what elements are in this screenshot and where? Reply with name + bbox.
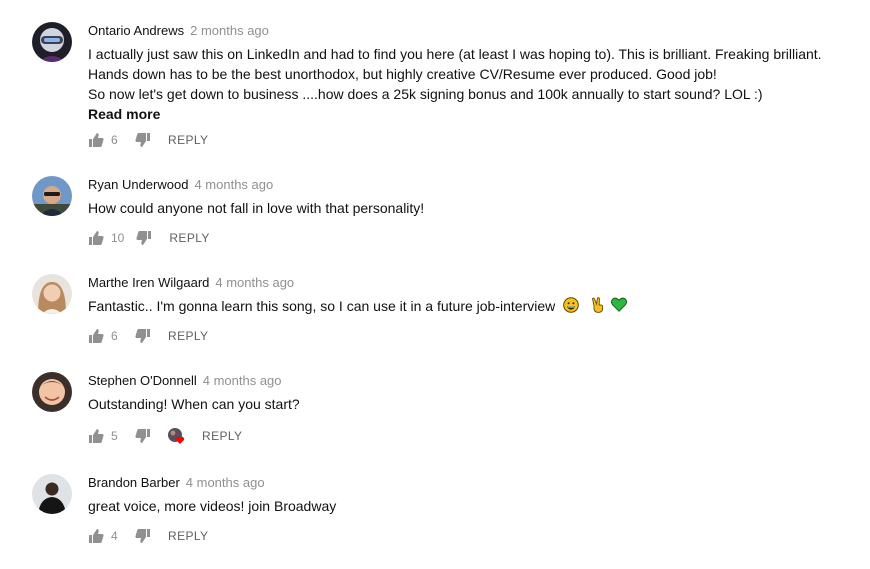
avatar[interactable]: [32, 274, 72, 314]
thumbs-down-icon[interactable]: [135, 428, 151, 444]
comment-text-content: Fantastic.. I'm gonna learn this song, s…: [88, 298, 556, 314]
comment-time[interactable]: 2 months ago: [190, 23, 269, 38]
comment-body: Marthe Iren Wilgaard 4 months ago Fantast…: [88, 274, 850, 343]
comment-body: Ontario Andrews 2 months ago I actually j…: [88, 22, 850, 147]
comment-header: Brandon Barber 4 months ago: [88, 474, 850, 492]
avatar[interactable]: [32, 372, 72, 412]
comment-text-line: great voice, more videos! join Broadway: [88, 498, 337, 514]
comment-header: Stephen O'Donnell 4 months ago: [88, 372, 850, 390]
reply-button[interactable]: REPLY: [168, 329, 208, 343]
comment-header: Marthe Iren Wilgaard 4 months ago: [88, 274, 850, 292]
comment-actions: 4 REPLY: [88, 526, 208, 546]
avatar[interactable]: [32, 22, 72, 62]
like-count: 6: [111, 329, 118, 343]
comment-text: Outstanding! When can you start?: [88, 394, 850, 414]
creator-heart-icon: [167, 427, 185, 445]
comment-text-line: Hands down has to be the best unorthodox…: [88, 66, 717, 82]
read-more-link[interactable]: Read more: [88, 104, 160, 124]
thumbs-down-icon[interactable]: [135, 528, 151, 544]
comment-text-line: So now let's get down to business ....ho…: [88, 86, 763, 102]
thumbs-up-icon[interactable]: [88, 528, 104, 544]
like-count: 4: [111, 529, 118, 543]
comment-time[interactable]: 4 months ago: [186, 475, 265, 490]
reply-button[interactable]: REPLY: [169, 231, 209, 245]
comment-time[interactable]: 4 months ago: [203, 373, 282, 388]
comment-actions: 5 REPLY: [88, 426, 242, 446]
author-name[interactable]: Brandon Barber: [88, 475, 180, 490]
avatar[interactable]: [32, 176, 72, 216]
reply-button[interactable]: REPLY: [202, 429, 242, 443]
reply-button[interactable]: REPLY: [168, 133, 208, 147]
comment-actions: 6 REPLY: [88, 326, 208, 346]
thumbs-up-icon[interactable]: [88, 230, 104, 246]
reply-button[interactable]: REPLY: [168, 529, 208, 543]
comment-body: Ryan Underwood 4 months ago How could any…: [88, 176, 850, 245]
comment-header: Ontario Andrews 2 months ago: [88, 22, 850, 40]
like-count: 5: [111, 429, 118, 443]
grinning-face-icon: [563, 296, 579, 318]
author-name[interactable]: Ontario Andrews: [88, 23, 184, 38]
comment-actions: 10 REPLY: [88, 228, 210, 248]
like-count: 6: [111, 133, 118, 147]
author-name[interactable]: Marthe Iren Wilgaard: [88, 275, 209, 290]
author-name[interactable]: Ryan Underwood: [88, 177, 188, 192]
comment-text-line: Fantastic.. I'm gonna learn this song, s…: [88, 296, 850, 318]
comment-text: Fantastic.. I'm gonna learn this song, s…: [88, 296, 850, 318]
comment-body: Brandon Barber 4 months ago great voice, …: [88, 474, 850, 543]
avatar[interactable]: [32, 474, 72, 514]
thumbs-up-icon[interactable]: [88, 328, 104, 344]
comment-actions: 6 REPLY: [88, 130, 208, 150]
thumbs-up-icon[interactable]: [88, 132, 104, 148]
comment-header: Ryan Underwood 4 months ago: [88, 176, 850, 194]
comment-text: great voice, more videos! join Broadway: [88, 496, 850, 516]
comment-body: Stephen O'Donnell 4 months ago Outstandin…: [88, 372, 850, 444]
comment-text: I actually just saw this on LinkedIn and…: [88, 44, 850, 104]
thumbs-down-icon[interactable]: [135, 132, 151, 148]
thumbs-down-icon[interactable]: [135, 328, 151, 344]
like-count: 10: [111, 231, 125, 245]
victory-hand-icon: [591, 297, 605, 318]
comment-text-line: How could anyone not fall in love with t…: [88, 200, 425, 216]
comment-time[interactable]: 4 months ago: [194, 177, 273, 192]
thumbs-down-icon[interactable]: [136, 230, 152, 246]
thumbs-up-icon[interactable]: [88, 428, 104, 444]
green-heart-icon: [610, 297, 627, 317]
comment-text-line: I actually just saw this on LinkedIn and…: [88, 46, 822, 62]
comment-time[interactable]: 4 months ago: [215, 275, 294, 290]
comment-text: How could anyone not fall in love with t…: [88, 198, 850, 218]
comment-text-line: Outstanding! When can you start?: [88, 396, 300, 412]
author-name[interactable]: Stephen O'Donnell: [88, 373, 197, 388]
